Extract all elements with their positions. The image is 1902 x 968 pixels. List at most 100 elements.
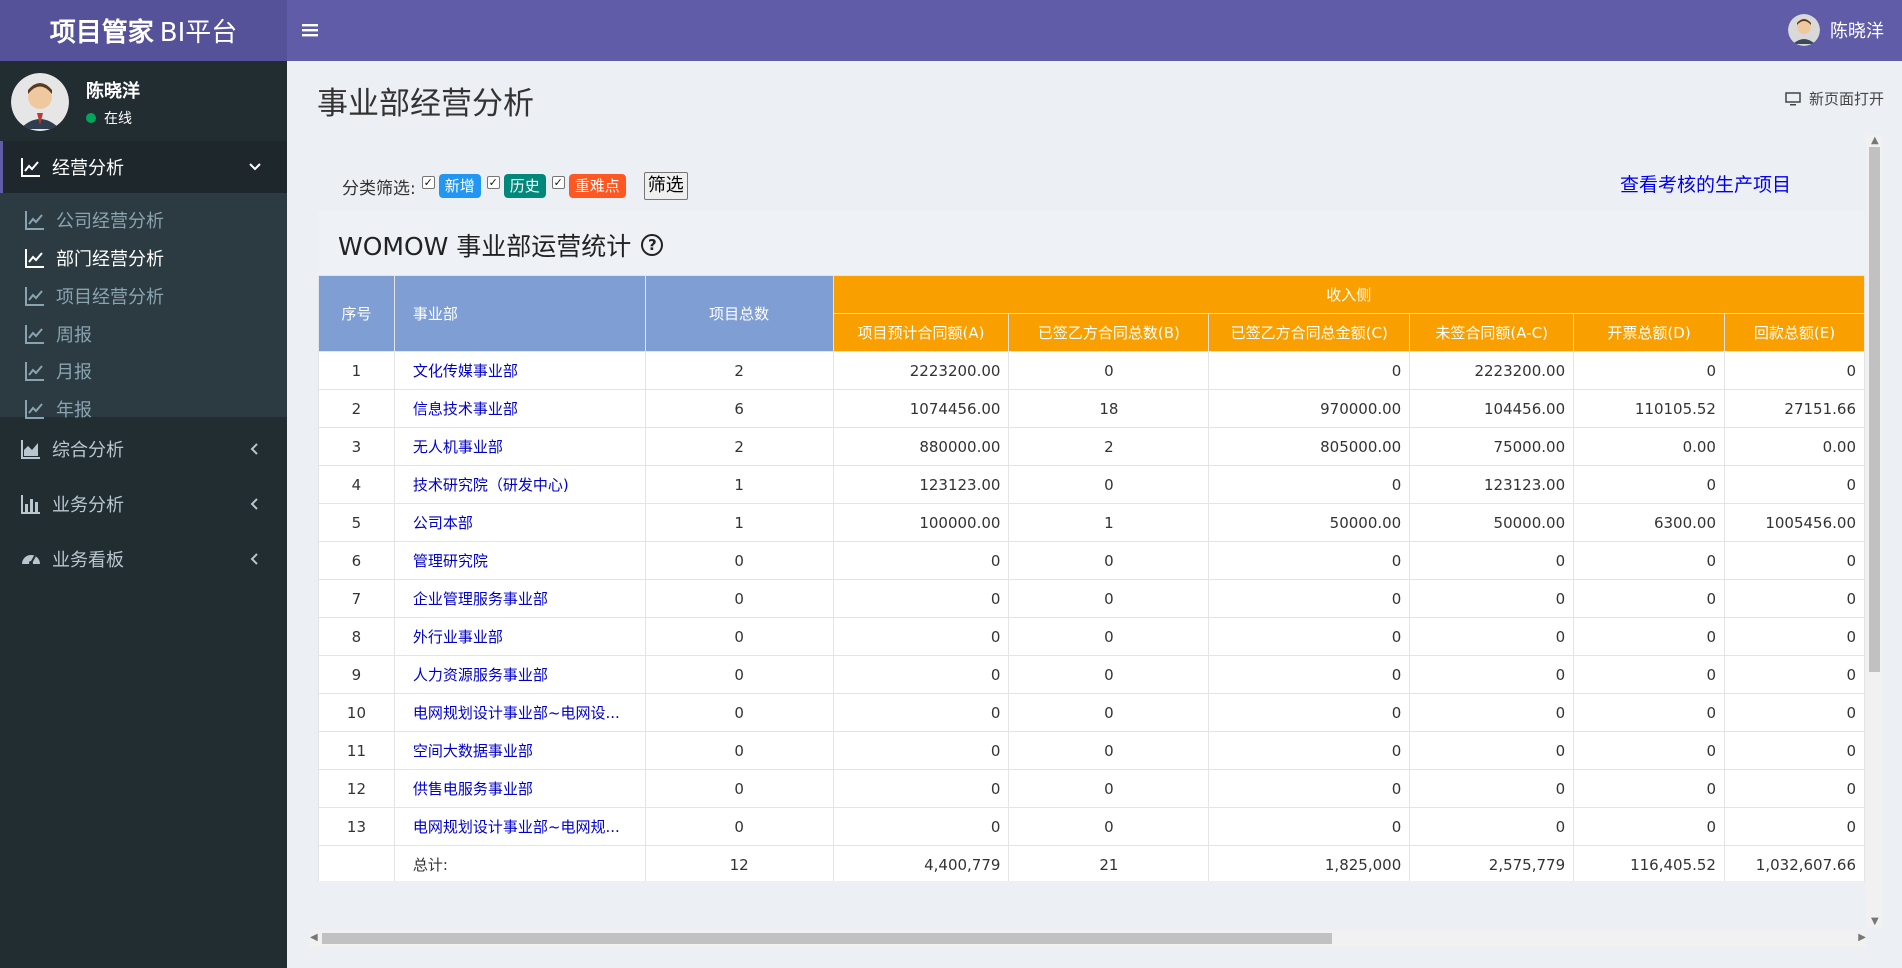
header-a: 项目预计合同额(A) xyxy=(832,313,1010,352)
horizontal-scroll-thumb[interactable] xyxy=(322,933,1332,944)
menu-label: 经营分析 xyxy=(52,158,124,179)
cell-seq: 10 xyxy=(318,693,395,732)
vertical-scrollbar[interactable]: ▲ ▼ xyxy=(1866,135,1883,927)
cell-b: 0 xyxy=(1008,769,1210,808)
cell-total: 1 xyxy=(644,465,834,504)
cell-c: 970000.00 xyxy=(1208,389,1411,428)
cell-b: 0 xyxy=(1008,655,1210,694)
dept-link[interactable]: 电网规划设计事业部~电网设... xyxy=(393,693,646,732)
horizontal-scrollbar[interactable]: ◀ ▶ xyxy=(310,930,1866,947)
cell-d: 0 xyxy=(1573,769,1725,808)
sidebar: 陈晓洋 在线 经营分析 公司经营分析 部门经营分析 项目经营分析 周报 月报 年… xyxy=(0,61,287,968)
cell-e: 1005456.00 xyxy=(1723,503,1865,542)
scroll-right-icon[interactable]: ▶ xyxy=(1858,932,1866,943)
scroll-down-icon[interactable]: ▼ xyxy=(1871,916,1879,927)
cell-c: 0 xyxy=(1208,351,1411,390)
cell-d: 6300.00 xyxy=(1573,503,1725,542)
vertical-scroll-thumb[interactable] xyxy=(1869,147,1880,672)
sidebar-item-monthly[interactable]: 月报 xyxy=(0,352,287,390)
cell-seq: 3 xyxy=(318,427,395,466)
cell-d: 0 xyxy=(1573,579,1725,618)
chevron-left-icon xyxy=(250,498,258,510)
top-navbar: 项目管家 BI平台 陈晓洋 xyxy=(0,0,1902,61)
dept-link[interactable]: 外行业事业部 xyxy=(393,617,646,656)
menu-business-ops-analysis[interactable]: 业务分析 xyxy=(0,478,287,530)
view-production-projects-link[interactable]: 查看考核的生产项目 xyxy=(1620,170,1791,197)
total-e: 1,032,607.66 xyxy=(1723,845,1865,881)
cell-b: 1 xyxy=(1008,503,1210,542)
cell-a: 0 xyxy=(832,731,1010,770)
dept-link[interactable]: 人力资源服务事业部 xyxy=(393,655,646,694)
dept-link[interactable]: 电网规划设计事业部~电网规... xyxy=(393,807,646,846)
help-icon[interactable]: ? xyxy=(641,234,664,256)
header-total: 项目总数 xyxy=(644,275,834,352)
cell-a: 0 xyxy=(832,541,1010,580)
cell-e: 27151.66 xyxy=(1723,389,1865,428)
open-new-page-button[interactable]: 新页面打开 xyxy=(1785,88,1884,109)
cell-total: 0 xyxy=(644,731,834,770)
subitem-label: 公司经营分析 xyxy=(56,211,164,232)
table-row: 4 技术研究院（研发中心) 1 123123.00 0 0 123123.00 0 0 xyxy=(318,465,1865,504)
cell-a: 0 xyxy=(832,807,1010,846)
cell-c: 0 xyxy=(1208,769,1411,808)
cell-seq: 9 xyxy=(318,655,395,694)
checkbox-new[interactable]: ✓ xyxy=(421,175,435,189)
dept-link[interactable]: 公司本部 xyxy=(393,503,646,542)
dept-link[interactable]: 供售电服务事业部 xyxy=(393,769,646,808)
cell-e: 0 xyxy=(1723,541,1865,580)
menu-business-analysis[interactable]: 经营分析 xyxy=(0,141,287,193)
cell-e: 0 xyxy=(1723,807,1865,846)
cell-b: 0 xyxy=(1008,693,1210,732)
sidebar-item-project-analysis[interactable]: 项目经营分析 xyxy=(0,277,287,315)
cell-a: 123123.00 xyxy=(832,465,1010,504)
filter-button[interactable]: 筛选 xyxy=(643,172,688,200)
subitem-label: 月报 xyxy=(56,362,92,383)
checkbox-difficult[interactable]: ✓ xyxy=(551,175,565,189)
cell-b: 0 xyxy=(1008,579,1210,618)
cell-ac: 50000.00 xyxy=(1409,503,1575,542)
header-d: 开票总额(D) xyxy=(1573,313,1725,352)
cell-c: 0 xyxy=(1208,731,1411,770)
checkbox-history[interactable]: ✓ xyxy=(486,175,500,189)
cell-ac: 0 xyxy=(1409,579,1575,618)
sidebar-item-dept-analysis[interactable]: 部门经营分析 xyxy=(0,239,287,277)
dept-link[interactable]: 空间大数据事业部 xyxy=(393,731,646,770)
sidebar-item-company-analysis[interactable]: 公司经营分析 xyxy=(0,201,287,239)
menu-comprehensive-analysis[interactable]: 综合分析 xyxy=(0,423,287,475)
dept-link[interactable]: 管理研究院 xyxy=(393,541,646,580)
avatar xyxy=(11,73,69,131)
cell-total: 2 xyxy=(644,427,834,466)
sidebar-toggle-icon[interactable] xyxy=(302,18,324,42)
total-a: 4,400,779 xyxy=(832,845,1010,881)
dept-link[interactable]: 技术研究院（研发中心) xyxy=(393,465,646,504)
table-row: 3 无人机事业部 2 880000.00 2 805000.00 75000.00 0.00 0… xyxy=(318,427,1865,466)
dept-link[interactable]: 无人机事业部 xyxy=(393,427,646,466)
dept-link[interactable]: 信息技术事业部 xyxy=(393,389,646,428)
dept-link[interactable]: 文化传媒事业部 xyxy=(393,351,646,390)
cell-d: 110105.52 xyxy=(1573,389,1725,428)
cell-seq: 7 xyxy=(318,579,395,618)
user-panel: 陈晓洋 在线 xyxy=(0,61,287,141)
cell-a: 1074456.00 xyxy=(832,389,1010,428)
scroll-left-icon[interactable]: ◀ xyxy=(310,932,318,943)
cell-a: 880000.00 xyxy=(832,427,1010,466)
new-page-label: 新页面打开 xyxy=(1808,90,1884,108)
cell-e: 0 xyxy=(1723,731,1865,770)
dept-link[interactable]: 企业管理服务事业部 xyxy=(393,579,646,618)
cell-b: 0 xyxy=(1008,731,1210,770)
user-menu[interactable]: 陈晓洋 xyxy=(1788,14,1884,46)
cell-seq: 12 xyxy=(318,769,395,808)
cell-b: 18 xyxy=(1008,389,1210,428)
cell-ac: 0 xyxy=(1409,541,1575,580)
cell-total: 0 xyxy=(644,769,834,808)
scroll-up-icon[interactable]: ▲ xyxy=(1871,135,1879,146)
cell-c: 0 xyxy=(1208,579,1411,618)
cell-ac: 104456.00 xyxy=(1409,389,1575,428)
app-logo[interactable]: 项目管家 BI平台 xyxy=(0,0,287,61)
menu-dashboard[interactable]: 业务看板 xyxy=(0,533,287,585)
sidebar-item-weekly[interactable]: 周报 xyxy=(0,315,287,353)
chevron-left-icon xyxy=(250,443,258,455)
total-label: 总计: xyxy=(393,845,646,881)
cell-b: 0 xyxy=(1008,617,1210,656)
table-row: 8 外行业事业部 0 0 0 0 0 0 0 xyxy=(318,617,1865,656)
